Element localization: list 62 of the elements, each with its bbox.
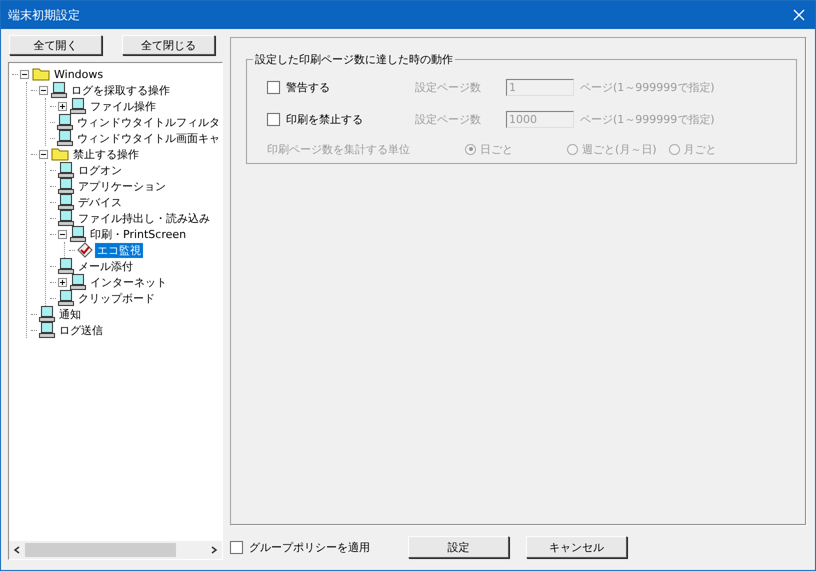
tree-item[interactable]: ファイル操作 [88, 98, 158, 114]
radio-label: 日ごと [480, 142, 513, 156]
computer-icon [58, 290, 74, 306]
computer-icon [39, 322, 55, 338]
computer-icon [39, 306, 55, 322]
tree-item[interactable]: 禁止する操作 [71, 146, 141, 162]
folder-icon [32, 67, 50, 81]
tree-item[interactable]: 印刷・PrintScreen [88, 226, 188, 242]
checkbox-label: 警告する [286, 80, 330, 94]
tree-item[interactable]: ウィンドウタイトル画面キャ [75, 130, 222, 146]
computer-icon [58, 162, 74, 178]
collapse-icon[interactable] [39, 86, 48, 94]
range-hint: ページ(1～999999で指定) [580, 112, 715, 126]
tree-item[interactable]: ログを採取する操作 [69, 82, 172, 98]
checkbox-label: グループポリシーを適用 [249, 540, 370, 554]
computer-icon [57, 130, 73, 146]
dialog-button[interactable]: 設定 [408, 536, 509, 558]
tree-item[interactable]: エコ監視 [95, 242, 143, 258]
computer-icon [70, 98, 86, 114]
checkbox[interactable] [230, 540, 243, 554]
folder-icon [51, 147, 69, 161]
expand-icon[interactable] [58, 278, 67, 286]
tree-item[interactable]: Windows [52, 68, 106, 80]
collapse-icon[interactable] [20, 70, 29, 78]
computer-icon [58, 178, 74, 194]
computer-icon [58, 210, 74, 226]
tree-item[interactable]: メール添付 [76, 258, 135, 274]
checkbox-label: 印刷を禁止する [286, 112, 363, 126]
tree-item[interactable]: インターネット [88, 274, 169, 290]
close-icon[interactable] [793, 9, 805, 21]
window-title: 端末初期設定 [8, 6, 80, 24]
unit-label: 印刷ページ数を集計する単位 [267, 142, 411, 156]
computer-icon [70, 226, 86, 242]
scroll-right-icon[interactable] [210, 546, 218, 554]
tree-item[interactable]: ファイル持出し・読み込み [76, 210, 212, 226]
computer-icon [58, 258, 74, 274]
computer-icon [58, 194, 74, 210]
range-hint: ページ(1～999999で指定) [580, 80, 715, 94]
tree-item[interactable]: ウィンドウタイトルフィルタ [75, 114, 222, 130]
dialog-button[interactable]: キャンセル [526, 536, 627, 558]
tree-item[interactable]: ログオン [76, 162, 124, 178]
radio-label: 週ごと(月～日) [582, 142, 657, 156]
collapse-icon[interactable] [39, 150, 48, 158]
computer-icon [51, 82, 67, 98]
scroll-left-icon[interactable] [13, 546, 21, 554]
tree-button[interactable]: 全て開く [9, 35, 102, 55]
tree-item[interactable]: クリップボード [76, 290, 157, 306]
expand-icon[interactable] [58, 102, 67, 110]
tree-button[interactable]: 全て閉じる [122, 35, 215, 55]
checkmark-diamond-icon [77, 242, 93, 258]
tree-item[interactable]: 通知 [57, 306, 83, 322]
tree-item[interactable]: ログ送信 [57, 322, 105, 338]
tree-item[interactable]: アプリケーション [76, 178, 168, 194]
computer-icon [70, 274, 86, 290]
radio-label: 月ごと [684, 142, 717, 156]
tree-item[interactable]: デバイス [76, 194, 124, 210]
computer-icon [57, 114, 73, 130]
collapse-icon[interactable] [58, 230, 67, 238]
horizontal-scrollbar[interactable] [9, 541, 222, 559]
field-label: 設定ページ数 [415, 80, 482, 94]
field-label: 設定ページ数 [415, 112, 482, 126]
group-title: 設定した印刷ページ数に達した時の動作 [254, 52, 454, 67]
